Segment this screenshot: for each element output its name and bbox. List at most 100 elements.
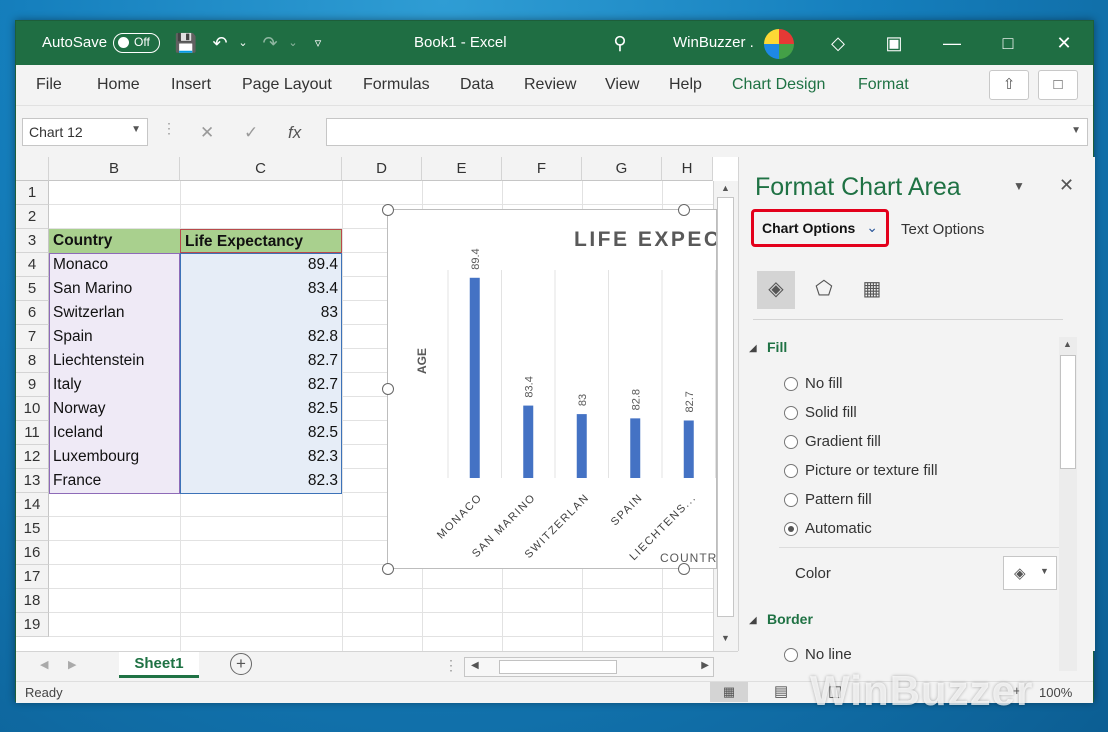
prev-sheet-icon[interactable]: ◀ <box>40 658 48 671</box>
redo-icon[interactable]: ↷ <box>258 31 282 55</box>
search-icon[interactable]: ⚲ <box>608 31 632 55</box>
border-no-line-radio[interactable] <box>784 648 798 662</box>
row-header[interactable]: 4 <box>16 253 49 277</box>
undo-icon[interactable]: ↶ <box>208 31 232 55</box>
menu-formulas[interactable]: Formulas <box>363 76 430 94</box>
data-label[interactable]: 89.4 <box>470 248 482 269</box>
scroll-right-icon[interactable]: ▶ <box>701 660 709 671</box>
avatar[interactable] <box>764 29 794 59</box>
row-header[interactable]: 10 <box>16 397 49 421</box>
pane-options-icon[interactable]: ▼ <box>1013 179 1025 193</box>
row-header[interactable]: 6 <box>16 301 49 325</box>
fill-section-header[interactable]: Fill <box>767 339 787 355</box>
chart-title[interactable]: LIFE EXPECT <box>574 228 717 251</box>
cell-life-expectancy[interactable]: 82.5 <box>180 421 342 445</box>
cell-country[interactable]: Luxembourg <box>49 445 180 469</box>
row-header[interactable]: 5 <box>16 277 49 301</box>
chevron-down-icon[interactable]: ▼ <box>1040 566 1049 576</box>
page-layout-view-icon[interactable]: ▤ <box>774 682 788 700</box>
fill-option-radio[interactable] <box>784 377 798 391</box>
worksheet[interactable]: B C D E F G H 1 2 3 4 5 6 7 8 9 10 11 12 13 14 15 16 17 1… <box>16 157 738 651</box>
ribbon-display-icon[interactable]: ▣ <box>882 31 906 55</box>
data-label[interactable]: 82.7 <box>684 391 696 412</box>
chart-bar[interactable] <box>576 414 587 478</box>
menu-insert[interactable]: Insert <box>171 76 211 94</box>
row-header[interactable]: 18 <box>16 589 49 613</box>
cell-life-expectancy[interactable]: 82.7 <box>180 349 342 373</box>
customize-toolbar-icon[interactable]: ▿ <box>306 31 330 55</box>
resize-handle[interactable] <box>678 563 690 575</box>
row-header[interactable]: 19 <box>16 613 49 637</box>
cell-country[interactable]: Spain <box>49 325 180 349</box>
fill-option-label[interactable]: Automatic <box>805 520 872 537</box>
cell-life-expectancy[interactable]: 83 <box>180 301 342 325</box>
menu-page-layout[interactable]: Page Layout <box>242 76 332 94</box>
cell-country[interactable]: Switzerlan <box>49 301 180 325</box>
row-header[interactable]: 8 <box>16 349 49 373</box>
normal-view-icon[interactable]: ▦ <box>710 682 748 702</box>
row-header[interactable]: 11 <box>16 421 49 445</box>
add-sheet-button[interactable]: + <box>230 653 252 675</box>
chevron-down-icon[interactable]: ▼ <box>131 124 141 135</box>
text-options-tab[interactable]: Text Options <box>901 221 984 238</box>
fill-option-radio[interactable] <box>784 522 798 536</box>
category-label[interactable]: SPAIN <box>609 492 646 529</box>
column-header[interactable]: H <box>662 157 713 181</box>
comments-button[interactable]: □ <box>1038 70 1078 100</box>
color-picker-button[interactable]: ◈ ▼ <box>1003 556 1057 590</box>
minimize-icon[interactable]: — <box>940 31 964 55</box>
autosave-toggle[interactable]: Off <box>113 33 160 53</box>
scrollbar-thumb[interactable] <box>499 660 617 674</box>
y-axis-title[interactable]: AGE <box>415 348 429 374</box>
row-header[interactable]: 3 <box>16 229 49 253</box>
scroll-down-icon[interactable]: ▼ <box>721 633 730 643</box>
cell-life-expectancy[interactable]: 82.7 <box>180 373 342 397</box>
next-sheet-icon[interactable]: ▶ <box>68 658 76 671</box>
cell-life-expectancy[interactable]: 82.3 <box>180 469 342 493</box>
redo-dropdown-icon[interactable]: ⌄ <box>281 31 305 55</box>
row-header[interactable]: 16 <box>16 541 49 565</box>
menu-review[interactable]: Review <box>524 76 576 94</box>
fill-option-label[interactable]: Pattern fill <box>805 491 872 508</box>
menu-help[interactable]: Help <box>669 76 702 94</box>
scroll-up-icon[interactable]: ▲ <box>721 183 730 193</box>
fill-option-label[interactable]: Solid fill <box>805 404 857 421</box>
effects-icon[interactable]: ⬠ <box>805 271 843 309</box>
fill-line-icon[interactable]: ◈ <box>757 271 795 309</box>
menu-view[interactable]: View <box>605 76 639 94</box>
cell-country[interactable]: Liechtenstein <box>49 349 180 373</box>
menu-data[interactable]: Data <box>460 76 494 94</box>
chart-bar[interactable] <box>523 405 534 478</box>
save-icon[interactable]: 💾 <box>174 31 198 55</box>
sheet-tab-sheet1[interactable]: Sheet1 <box>119 652 199 678</box>
horizontal-scrollbar[interactable]: ◀ ▶ <box>464 657 714 677</box>
chart-bar[interactable] <box>630 418 641 478</box>
fill-option-radio[interactable] <box>784 464 798 478</box>
size-properties-icon[interactable]: ▦ <box>853 271 891 309</box>
row-header[interactable]: 12 <box>16 445 49 469</box>
menu-chart-design[interactable]: Chart Design <box>732 76 825 94</box>
fill-option-radio[interactable] <box>784 435 798 449</box>
enter-icon[interactable]: ✓ <box>244 123 258 143</box>
cell-country[interactable]: Iceland <box>49 421 180 445</box>
more-options-icon[interactable]: ⋮ <box>162 120 176 137</box>
cell-life-expectancy[interactable]: 82.8 <box>180 325 342 349</box>
zoom-level[interactable]: 100% <box>1039 685 1072 700</box>
chevron-down-icon[interactable]: ⌄ <box>866 219 878 236</box>
row-header[interactable]: 15 <box>16 517 49 541</box>
resize-handle[interactable] <box>382 383 394 395</box>
cell-country[interactable]: Monaco <box>49 253 180 277</box>
header-life-expectancy[interactable]: Life Expectancy <box>180 229 342 253</box>
fill-option-label[interactable]: Gradient fill <box>805 433 881 450</box>
cell-country[interactable]: Norway <box>49 397 180 421</box>
formula-input[interactable]: ▼ <box>326 118 1088 146</box>
data-label[interactable]: 82.8 <box>630 389 642 410</box>
insert-function-icon[interactable]: fx <box>288 123 301 143</box>
header-country[interactable]: Country <box>49 229 180 253</box>
row-header[interactable]: 7 <box>16 325 49 349</box>
row-header[interactable]: 17 <box>16 565 49 589</box>
name-box[interactable]: Chart 12 ▼ <box>22 118 148 146</box>
column-header[interactable]: C <box>180 157 342 181</box>
cell-life-expectancy[interactable]: 83.4 <box>180 277 342 301</box>
scrollbar-thumb[interactable] <box>1060 355 1076 469</box>
